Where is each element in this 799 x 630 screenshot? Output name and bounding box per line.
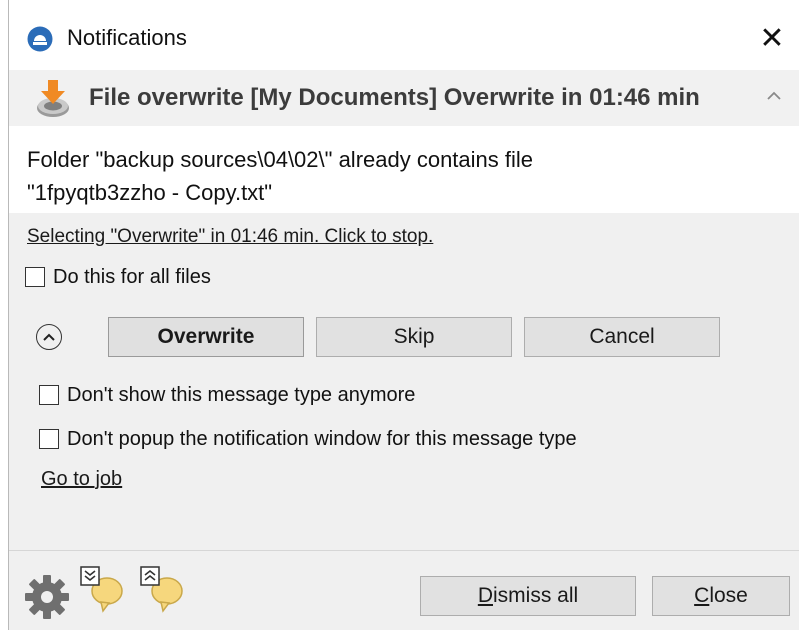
dismiss-all-label: ismiss all — [493, 584, 579, 607]
close-window-button[interactable]: ✕ — [752, 18, 792, 58]
go-to-job-link[interactable]: Go to job — [41, 468, 122, 491]
message-line-1: Folder "backup sources\04\02\" already c… — [27, 147, 534, 172]
message-line-2: "1fpyqtb3zzho - Copy.txt" — [27, 180, 273, 205]
skip-button[interactable]: Skip — [316, 317, 512, 357]
expand-options-button[interactable] — [36, 324, 62, 350]
download-arrow-icon — [37, 80, 69, 117]
close-button[interactable]: Close — [652, 576, 790, 616]
notification-options-panel — [9, 213, 799, 550]
dismiss-all-mnemonic: D — [477, 584, 493, 607]
window-title: Notifications — [67, 25, 187, 50]
notification-app-icon — [27, 26, 53, 52]
notifications-window: Notifications ✕ File overwrite [My Docum… — [8, 0, 799, 630]
close-mnemonic: C — [694, 584, 710, 607]
notification-header[interactable]: File overwrite [My Documents] Overwrite … — [9, 70, 799, 126]
notification-message: Folder "backup sources\04\02\" already c… — [27, 143, 787, 209]
collapse-all-bubble-icon[interactable] — [139, 565, 183, 613]
do-this-for-all-files-checkbox[interactable] — [25, 267, 45, 287]
dont-popup-window-checkbox[interactable] — [39, 429, 59, 449]
close-icon: ✕ — [759, 21, 785, 55]
collapse-notification-button[interactable] — [762, 84, 786, 108]
dont-show-message-type-label: Don't show this message type anymore — [67, 384, 416, 406]
dont-popup-window-label: Don't popup the notification window for … — [67, 428, 577, 450]
notification-title: File overwrite [My Documents] Overwrite … — [89, 84, 700, 111]
chevron-up-icon — [767, 91, 781, 100]
dont-show-message-type-checkbox[interactable] — [39, 385, 59, 405]
do-this-for-all-files-label: Do this for all files — [53, 266, 211, 288]
cancel-button[interactable]: Cancel — [524, 317, 720, 357]
auto-select-countdown-link[interactable]: Selecting "Overwrite" in 01:46 min. Clic… — [27, 226, 433, 248]
expand-all-bubble-icon[interactable] — [79, 565, 123, 613]
overwrite-button[interactable]: Overwrite — [108, 317, 304, 357]
dismiss-all-button[interactable]: Dismiss all — [420, 576, 636, 616]
chevron-up-icon — [43, 333, 55, 341]
gear-icon[interactable] — [23, 573, 71, 621]
title-bar: Notifications ✕ — [9, 0, 799, 70]
close-label: lose — [709, 584, 748, 607]
